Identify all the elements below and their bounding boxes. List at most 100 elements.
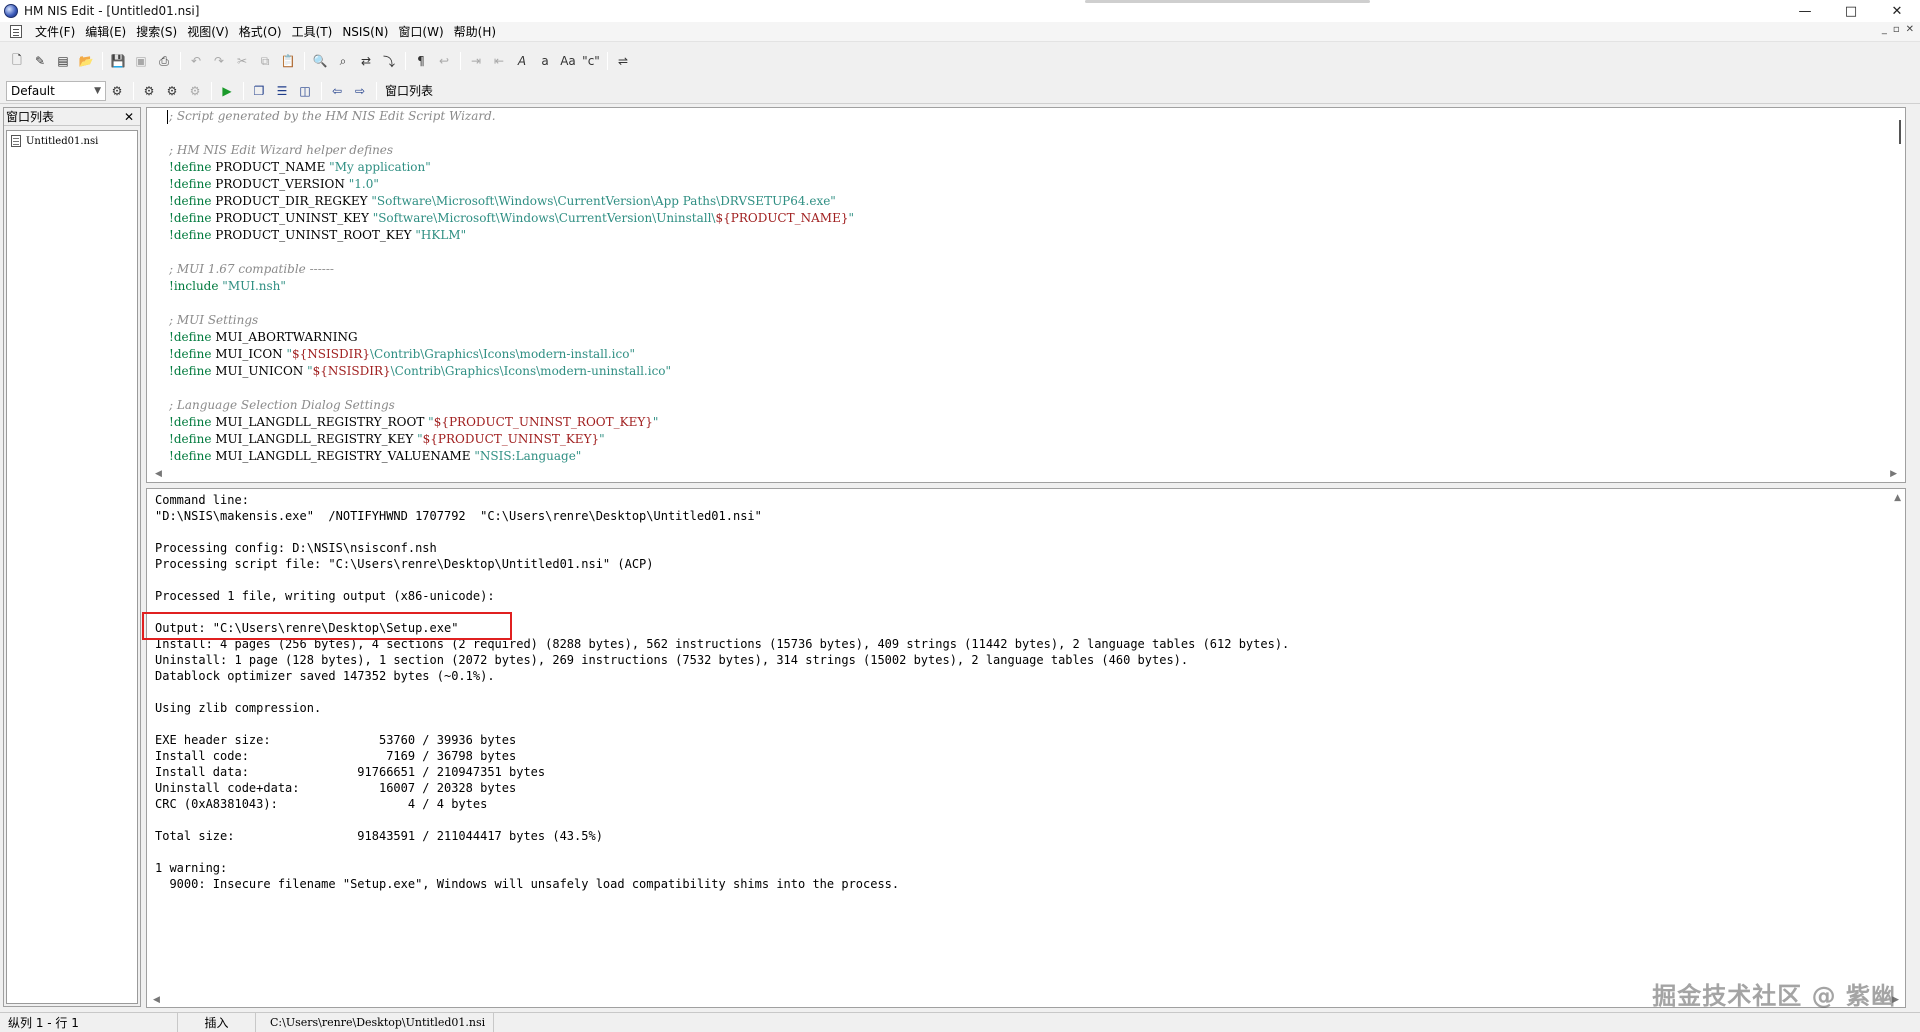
replace-icon[interactable]: ⇄ <box>355 50 377 72</box>
code-token: ${NSISDIR} <box>292 347 370 361</box>
indent-icon[interactable]: ⇥ <box>465 50 487 72</box>
word-wrap-icon[interactable]: ↩ <box>433 50 455 72</box>
style-select[interactable]: Default ▼ <box>6 80 106 101</box>
code-line: !define MUI_ABORTWARNING <box>169 329 1885 346</box>
code-token: ${PRODUCT_UNINST_ROOT_KEY} <box>433 415 653 429</box>
menu-tools[interactable]: 工具(T) <box>287 22 338 42</box>
scroll-up-icon[interactable]: ▲ <box>1894 493 1901 503</box>
menu-help[interactable]: 帮助(H) <box>449 22 501 42</box>
previous-window-icon[interactable]: ⇦ <box>326 80 348 102</box>
toggle-case-icon[interactable]: Aa <box>557 50 579 72</box>
editor-vertical-scrollbar[interactable] <box>1889 108 1905 468</box>
compiler-output[interactable]: Command line: "D:\NSIS\makensis.exe" /NOT… <box>146 488 1906 1008</box>
tile-horizontal-icon[interactable]: ☰ <box>271 80 293 102</box>
code-line: !define MUI_LANGDLL_REGISTRY_VALUENAME "… <box>169 448 1885 465</box>
code-token: ${PRODUCT_UNINST_KEY} <box>422 432 600 446</box>
code-token: \Contrib\Graphics\Icons\modern-uninstall… <box>390 364 672 378</box>
code-token: !define <box>169 364 212 378</box>
code-token: "MUI.nsh" <box>222 279 286 293</box>
quote-icon[interactable]: "c" <box>580 50 602 72</box>
settings-icon[interactable]: ⚙ <box>106 80 128 102</box>
menu-file[interactable]: 文件(F) <box>30 22 80 42</box>
window-list-close-button[interactable]: ✕ <box>124 110 134 124</box>
editor-horizontal-scrollbar[interactable]: ◀ ▶ <box>147 466 1905 482</box>
paragraph-icon[interactable]: ¶ <box>410 50 432 72</box>
code-line: !define PRODUCT_NAME "My application" <box>169 159 1885 176</box>
code-token: " <box>848 211 854 225</box>
stop-compile-icon[interactable]: ⚙ <box>184 80 206 102</box>
save-all-icon[interactable]: ▣ <box>130 50 152 72</box>
undo-icon[interactable]: ↶ <box>185 50 207 72</box>
window-list-item[interactable]: Untitled01.nsi <box>7 131 137 151</box>
scroll-thumb[interactable] <box>1899 120 1901 144</box>
save-icon[interactable]: 💾 <box>107 50 129 72</box>
separator <box>321 81 322 100</box>
scroll-left-icon[interactable]: ◀ <box>155 469 162 479</box>
code-token: PRODUCT_UNINST_ROOT_KEY <box>211 228 416 242</box>
output-vertical-scrollbar[interactable]: ▲ <box>1889 489 1905 1007</box>
tile-vertical-icon[interactable]: ◫ <box>294 80 316 102</box>
code-token: MUI_ICON <box>211 347 287 361</box>
code-token: ; Script generated by the HM NIS Edit Sc… <box>169 109 496 123</box>
minimize-button[interactable]: — <box>1782 0 1828 22</box>
title-bar: HM NIS Edit - [Untitled01.nsi] — □ ✕ <box>0 0 1920 22</box>
scroll-right-icon[interactable]: ▶ <box>1890 469 1897 479</box>
lowercase-icon[interactable]: a <box>534 50 556 72</box>
output-line: Command line: <box>155 493 249 507</box>
document-icon[interactable] <box>10 25 22 38</box>
window-list-button[interactable]: 窗口列表 <box>381 82 437 99</box>
open-folder-icon[interactable]: 📂 <box>75 50 97 72</box>
code-line: !define PRODUCT_UNINST_KEY "Software\Mic… <box>169 210 1885 227</box>
menu-search[interactable]: 搜索(S) <box>131 22 182 42</box>
output-line: Datablock optimizer saved 147352 bytes (… <box>155 669 495 683</box>
output-line: EXE header size: 53760 / 39936 bytes <box>155 733 517 747</box>
output-horizontal-scrollbar[interactable]: ◀ ▶ <box>147 993 1905 1007</box>
run-icon[interactable]: ▶ <box>216 80 238 102</box>
code-token: "My application" <box>329 160 431 174</box>
cascade-windows-icon[interactable]: ❐ <box>248 80 270 102</box>
hm-nis-edit-window: HM NIS Edit - [Untitled01.nsi] — □ ✕ 文件(… <box>0 0 1920 1032</box>
outdent-icon[interactable]: ⇤ <box>488 50 510 72</box>
next-window-icon[interactable]: ⇨ <box>349 80 371 102</box>
find-next-icon[interactable]: ⌕ <box>332 50 354 72</box>
compile-icon[interactable]: ⚙ <box>138 80 160 102</box>
menu-format[interactable]: 格式(O) <box>234 22 287 42</box>
mdi-minimize-button[interactable]: _ <box>1882 24 1887 35</box>
syntax-check-icon[interactable]: ⇌ <box>612 50 634 72</box>
menu-window[interactable]: 窗口(W) <box>393 22 448 42</box>
mdi-restore-button[interactable]: ▫ <box>1893 24 1900 35</box>
code-token: !define <box>169 415 212 429</box>
redo-icon[interactable]: ↷ <box>208 50 230 72</box>
new-file-icon[interactable]: 🗋 <box>6 50 28 72</box>
cut-icon[interactable]: ✂ <box>231 50 253 72</box>
paste-icon[interactable]: 📋 <box>277 50 299 72</box>
code-token: "1.0" <box>348 177 379 191</box>
new-wizard-icon[interactable]: ✎ <box>29 50 51 72</box>
mdi-close-button[interactable]: ✕ <box>1906 24 1914 35</box>
print-icon[interactable]: ⎙ <box>153 50 175 72</box>
output-line: Install data: 91766651 / 210947351 bytes <box>155 765 546 779</box>
code-token: MUI_UNICON <box>211 364 308 378</box>
code-token: "NSIS:Language" <box>474 449 582 463</box>
compile-run-icon[interactable]: ⚙ <box>161 80 183 102</box>
script-editor[interactable]: ; Script generated by the HM NIS Edit Sc… <box>146 107 1906 483</box>
menu-edit[interactable]: 编辑(E) <box>80 22 131 42</box>
close-button[interactable]: ✕ <box>1874 0 1920 22</box>
window-list-title: 窗口列表 <box>6 110 55 124</box>
menu-view[interactable]: 视图(V) <box>182 22 234 42</box>
maximize-button[interactable]: □ <box>1828 0 1874 22</box>
find-icon[interactable]: 🔍 <box>309 50 331 72</box>
goto-line-icon[interactable]: ⤵ <box>378 50 400 72</box>
new-template-icon[interactable]: ▤ <box>52 50 74 72</box>
copy-icon[interactable]: ⧉ <box>254 50 276 72</box>
title-bar-fade <box>1085 0 1370 3</box>
scroll-left-icon[interactable]: ◀ <box>153 995 160 1005</box>
menu-bar: 文件(F) 编辑(E) 搜索(S) 视图(V) 格式(O) 工具(T) NSIS… <box>0 22 1920 42</box>
menu-nsis[interactable]: NSIS(N) <box>337 22 393 42</box>
uppercase-icon[interactable]: A <box>511 50 533 72</box>
code-token: !define <box>169 160 212 174</box>
code-token: MUI_LANGDLL_REGISTRY_VALUENAME <box>211 449 475 463</box>
code-line: ; HM NIS Edit Wizard helper defines <box>169 142 1885 159</box>
code-line: !include "MUI.nsh" <box>169 278 1885 295</box>
